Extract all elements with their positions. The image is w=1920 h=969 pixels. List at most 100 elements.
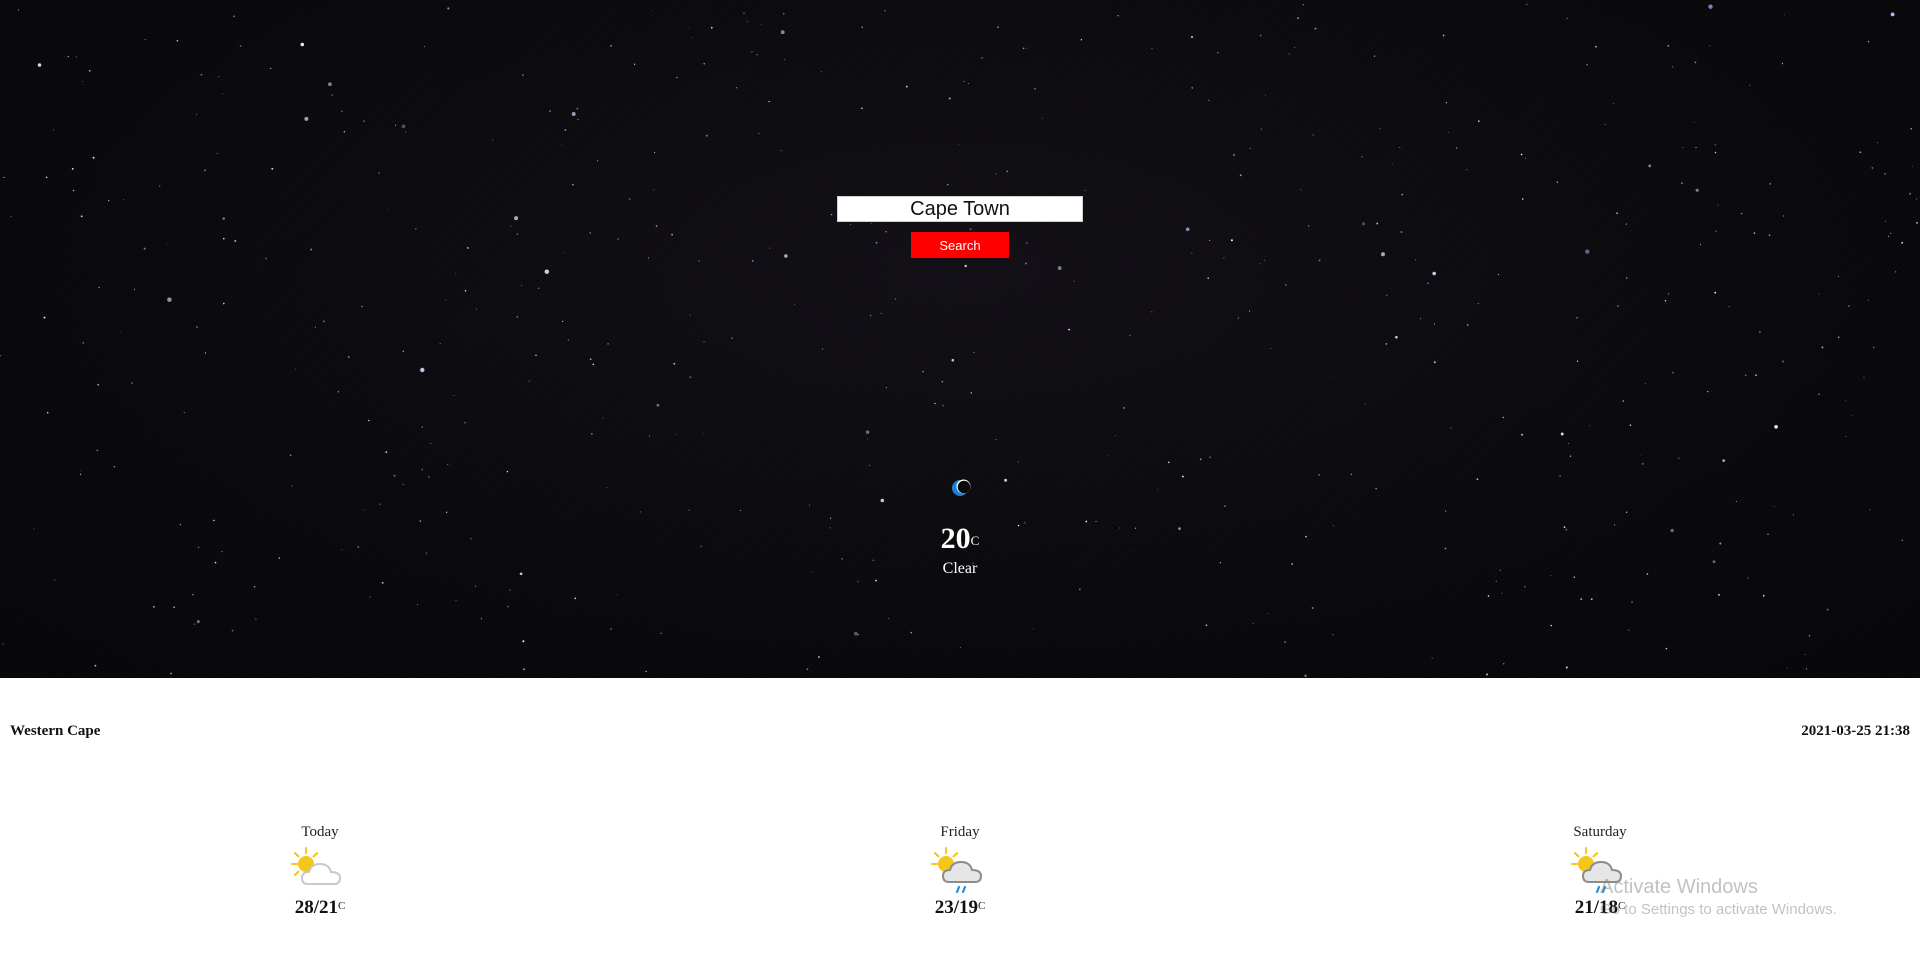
- star: [1332, 524, 1334, 527]
- star: [1263, 259, 1265, 261]
- star: [357, 546, 360, 548]
- star: [1708, 4, 1713, 9]
- star: [645, 670, 647, 673]
- star: [43, 316, 46, 319]
- star: [538, 287, 540, 289]
- star: [1695, 188, 1699, 192]
- star: [1884, 220, 1886, 222]
- star: [1385, 343, 1388, 345]
- forecast-temp-value: 28/21: [294, 897, 338, 918]
- star: [1023, 521, 1026, 524]
- star: [1550, 624, 1552, 627]
- search-button[interactable]: Search: [911, 232, 1009, 258]
- star: [1884, 172, 1886, 175]
- star: [969, 228, 972, 231]
- star: [783, 13, 785, 15]
- star: [1305, 535, 1307, 538]
- star: [1414, 259, 1417, 261]
- star: [948, 97, 951, 100]
- star: [1681, 182, 1683, 184]
- star: [1476, 478, 1479, 481]
- star: [1442, 34, 1445, 37]
- star: [183, 411, 186, 414]
- star: [617, 238, 619, 240]
- star: [1239, 174, 1242, 177]
- star: [265, 257, 268, 260]
- star: [170, 672, 172, 675]
- star: [1151, 311, 1153, 313]
- star: [304, 116, 309, 121]
- star: [1901, 241, 1904, 244]
- star: [341, 549, 343, 551]
- star: [1151, 48, 1153, 50]
- star: [592, 363, 595, 366]
- star: [1374, 55, 1376, 57]
- star: [415, 228, 417, 230]
- star: [522, 640, 525, 643]
- star: [1157, 488, 1159, 490]
- star: [544, 269, 550, 274]
- forecast-day-name: Friday: [940, 824, 980, 840]
- star: [1629, 424, 1632, 426]
- star: [470, 538, 472, 540]
- star: [1714, 144, 1716, 146]
- star: [1178, 527, 1181, 530]
- star: [1223, 257, 1225, 259]
- star: [423, 45, 425, 47]
- star: [743, 12, 745, 14]
- star: [875, 241, 878, 244]
- star: [1185, 227, 1190, 232]
- current-temp-unit: C: [970, 533, 980, 548]
- star: [1270, 348, 1272, 350]
- star: [1219, 562, 1222, 564]
- star: [894, 298, 897, 300]
- star: [17, 9, 19, 11]
- star: [341, 110, 343, 112]
- star: [1728, 305, 1730, 308]
- star: [167, 297, 172, 302]
- star: [818, 656, 820, 658]
- current-condition: Clear: [942, 560, 978, 577]
- current-temp-value: 20: [940, 522, 971, 555]
- star: [71, 168, 74, 170]
- star: [888, 617, 890, 620]
- star: [1612, 102, 1615, 105]
- star: [1626, 511, 1628, 513]
- star: [1524, 157, 1526, 159]
- star: [1395, 335, 1398, 339]
- star: [1381, 252, 1385, 257]
- star: [1445, 101, 1448, 104]
- star: [196, 326, 198, 328]
- forecast-temp: 23/19C: [890, 896, 1030, 920]
- star: [1845, 400, 1847, 402]
- star: [1695, 146, 1697, 148]
- star: [1444, 547, 1447, 550]
- star: [1431, 657, 1433, 659]
- star: [45, 176, 48, 179]
- star: [1466, 324, 1469, 326]
- star: [610, 628, 612, 630]
- star: [231, 629, 234, 632]
- star: [445, 299, 447, 301]
- star: [1768, 234, 1771, 237]
- star: [1191, 87, 1194, 89]
- star: [120, 331, 122, 333]
- star: [1889, 232, 1892, 235]
- star: [1693, 121, 1695, 123]
- star: [401, 124, 406, 129]
- star: [784, 254, 788, 258]
- star: [1909, 192, 1911, 195]
- star: [861, 26, 863, 29]
- star: [1302, 4, 1304, 6]
- star: [1375, 487, 1377, 490]
- star: [850, 223, 851, 225]
- star: [740, 509, 742, 511]
- star: [688, 509, 690, 511]
- city-search-input[interactable]: [837, 196, 1083, 222]
- star: [1392, 163, 1394, 164]
- star: [880, 312, 882, 315]
- star: [602, 417, 604, 419]
- star: [809, 504, 811, 506]
- star: [1291, 563, 1294, 565]
- star: [1717, 204, 1719, 206]
